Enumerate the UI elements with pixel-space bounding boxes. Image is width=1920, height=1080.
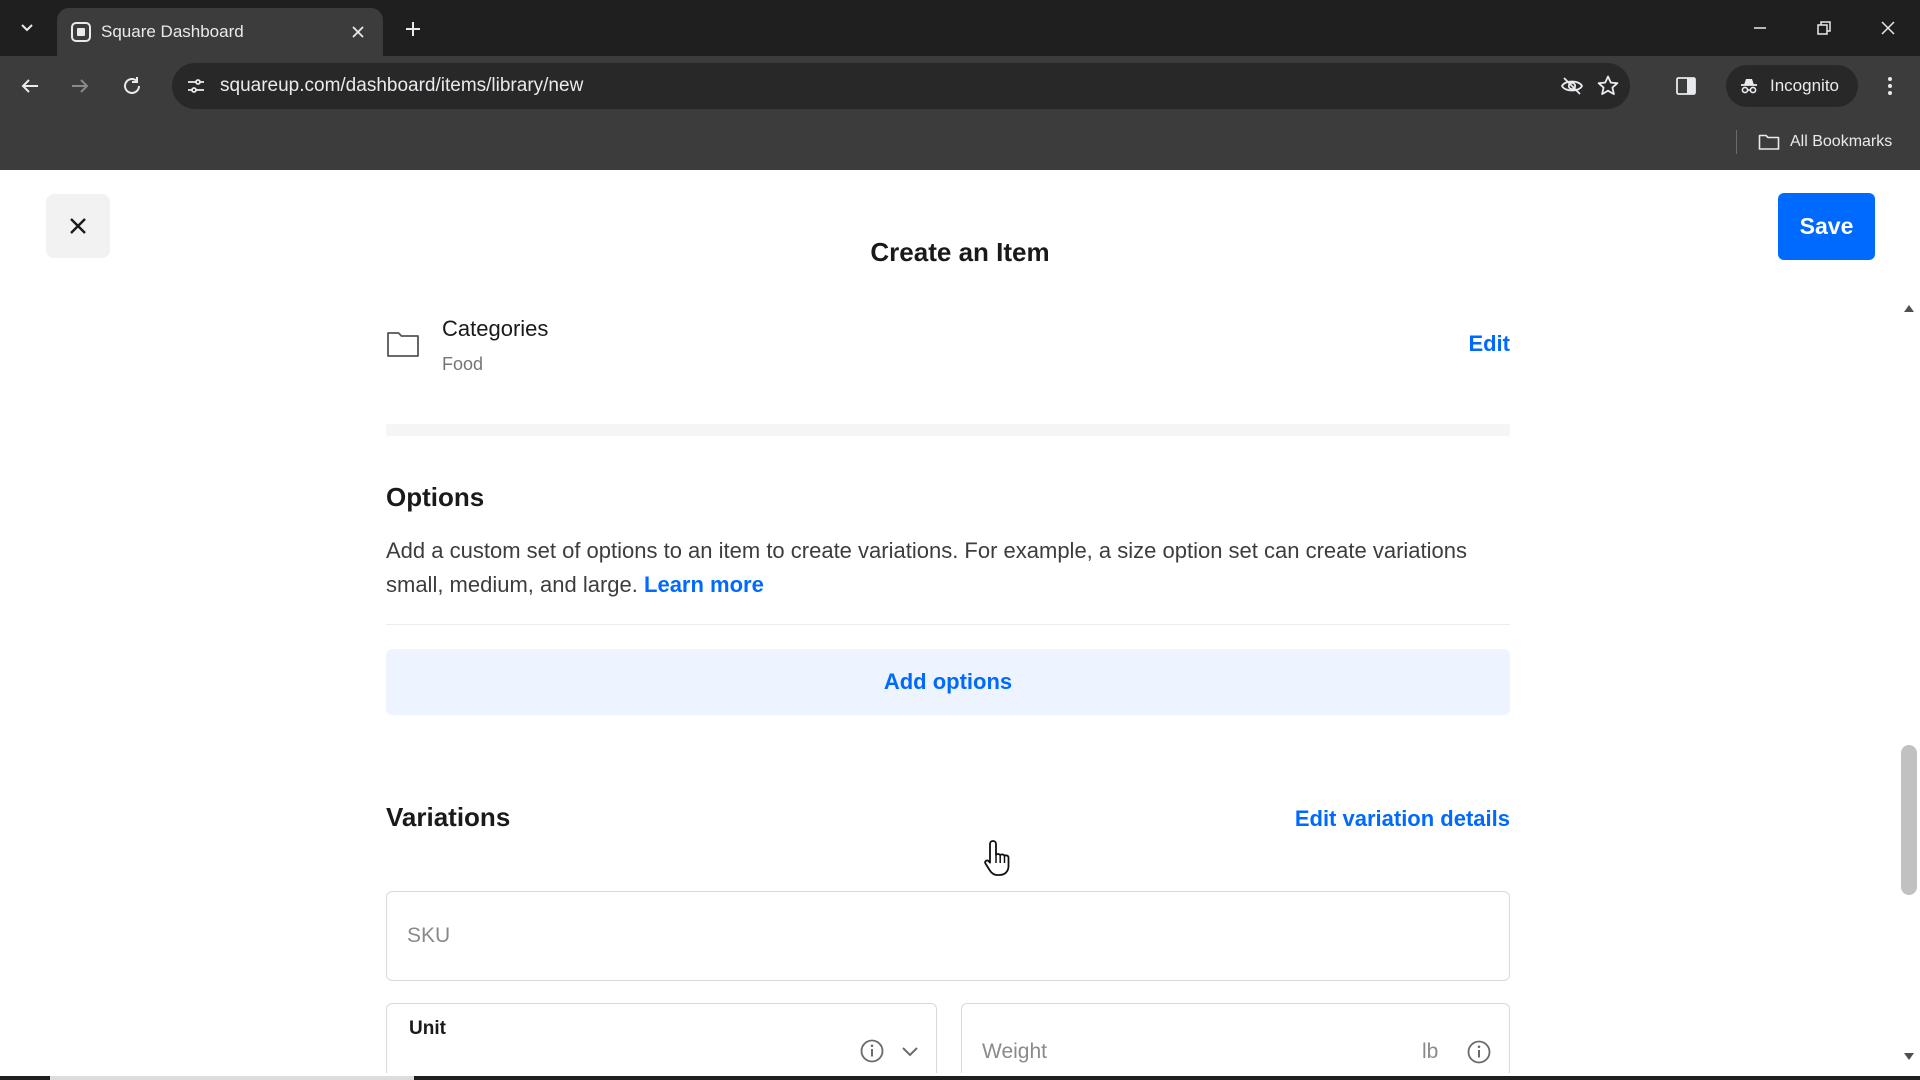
edit-variation-details-link[interactable]: Edit variation details	[1295, 804, 1510, 834]
plus-icon	[406, 22, 420, 36]
bookmarks-bar: All Bookmarks	[0, 116, 1920, 170]
browser-toolbar: squareup.com/dashboard/items/library/new…	[0, 56, 1920, 116]
learn-more-link[interactable]: Learn more	[644, 572, 764, 597]
unit-select[interactable]: Unit	[386, 1003, 937, 1073]
reload-button[interactable]	[112, 66, 152, 106]
side-panel-button[interactable]	[1668, 68, 1704, 104]
square-logo-icon	[71, 22, 91, 42]
browser-tab-active[interactable]: Square Dashboard	[57, 8, 383, 56]
loading-indicator	[50, 1076, 414, 1080]
forward-button[interactable]	[60, 66, 100, 106]
save-button[interactable]: Save	[1778, 193, 1875, 260]
reload-icon	[124, 77, 140, 94]
options-title: Options	[386, 482, 485, 512]
bookmarks-separator	[1736, 130, 1737, 154]
tune-icon	[188, 79, 204, 93]
browser-menu-button[interactable]	[1872, 68, 1908, 104]
browser-tab-bar: Square Dashboard	[0, 0, 1920, 56]
info-icon[interactable]	[859, 1038, 885, 1064]
close-icon	[1881, 21, 1895, 35]
close-icon	[352, 26, 364, 38]
sku-input[interactable]	[386, 891, 1510, 981]
tab-search-button[interactable]	[10, 10, 44, 44]
window-close-button[interactable]	[1866, 10, 1910, 46]
site-info-button[interactable]	[182, 72, 210, 100]
create-item-page: Create an Item Save Categories Food Edit…	[0, 170, 1920, 1080]
categories-edit-link[interactable]: Edit	[1468, 330, 1510, 358]
chevron-down-icon	[21, 24, 33, 32]
more-vertical-icon	[1888, 77, 1892, 95]
item-form: Categories Food Edit Options Add a custo…	[386, 170, 1510, 1073]
address-bar-url: squareup.com/dashboard/items/library/new	[220, 75, 584, 96]
incognito-icon	[1741, 79, 1757, 94]
eye-off-icon	[1560, 77, 1584, 95]
variations-title: Variations	[386, 802, 511, 832]
weight-unit: lb	[1422, 1040, 1439, 1063]
scroll-up-arrow[interactable]	[1904, 305, 1914, 312]
address-bar[interactable]: squareup.com/dashboard/items/library/new	[172, 63, 1630, 109]
options-description-text: Add a custom set of options to an item t…	[386, 538, 1467, 597]
unit-label: Unit	[409, 1018, 446, 1039]
arrow-right-icon	[72, 79, 89, 93]
tracking-protection-button[interactable]	[1558, 72, 1586, 100]
bottom-edge	[0, 1076, 1920, 1080]
weight-placeholder: Weight	[982, 1040, 1047, 1063]
arrow-left-icon	[21, 79, 38, 93]
window-restore-button[interactable]	[1802, 10, 1846, 46]
all-bookmarks-button[interactable]: All Bookmarks	[1758, 129, 1892, 155]
categories-title: Categories	[442, 316, 549, 341]
all-bookmarks-label: All Bookmarks	[1790, 133, 1893, 150]
categories-value: Food	[442, 354, 484, 374]
restore-icon	[1817, 21, 1831, 35]
folder-icon	[387, 332, 419, 357]
window-minimize-button[interactable]	[1738, 10, 1782, 46]
new-tab-button[interactable]	[396, 12, 430, 46]
incognito-indicator[interactable]: Incognito	[1726, 65, 1858, 107]
options-divider	[386, 624, 1510, 625]
close-icon	[70, 218, 86, 234]
minimize-icon	[1754, 27, 1766, 29]
incognito-label: Incognito	[1770, 76, 1839, 95]
tab-title: Square Dashboard	[101, 22, 244, 41]
folder-icon	[1758, 134, 1780, 150]
tab-close-button[interactable]	[345, 19, 371, 45]
scroll-thumb[interactable]	[1901, 745, 1917, 895]
section-divider	[386, 424, 1510, 436]
bookmark-star-button[interactable]	[1594, 72, 1622, 100]
page-scrollbar[interactable]	[1898, 305, 1920, 1060]
back-button[interactable]	[10, 66, 50, 106]
side-panel-icon	[1676, 77, 1696, 95]
weight-input[interactable]: Weight lb	[961, 1003, 1510, 1073]
info-icon[interactable]	[1466, 1039, 1492, 1065]
options-description: Add a custom set of options to an item t…	[386, 534, 1510, 602]
scroll-down-arrow[interactable]	[1904, 1053, 1914, 1060]
star-icon	[1597, 75, 1619, 95]
chevron-down-icon	[902, 1047, 918, 1057]
add-options-button[interactable]: Add options	[386, 649, 1510, 715]
